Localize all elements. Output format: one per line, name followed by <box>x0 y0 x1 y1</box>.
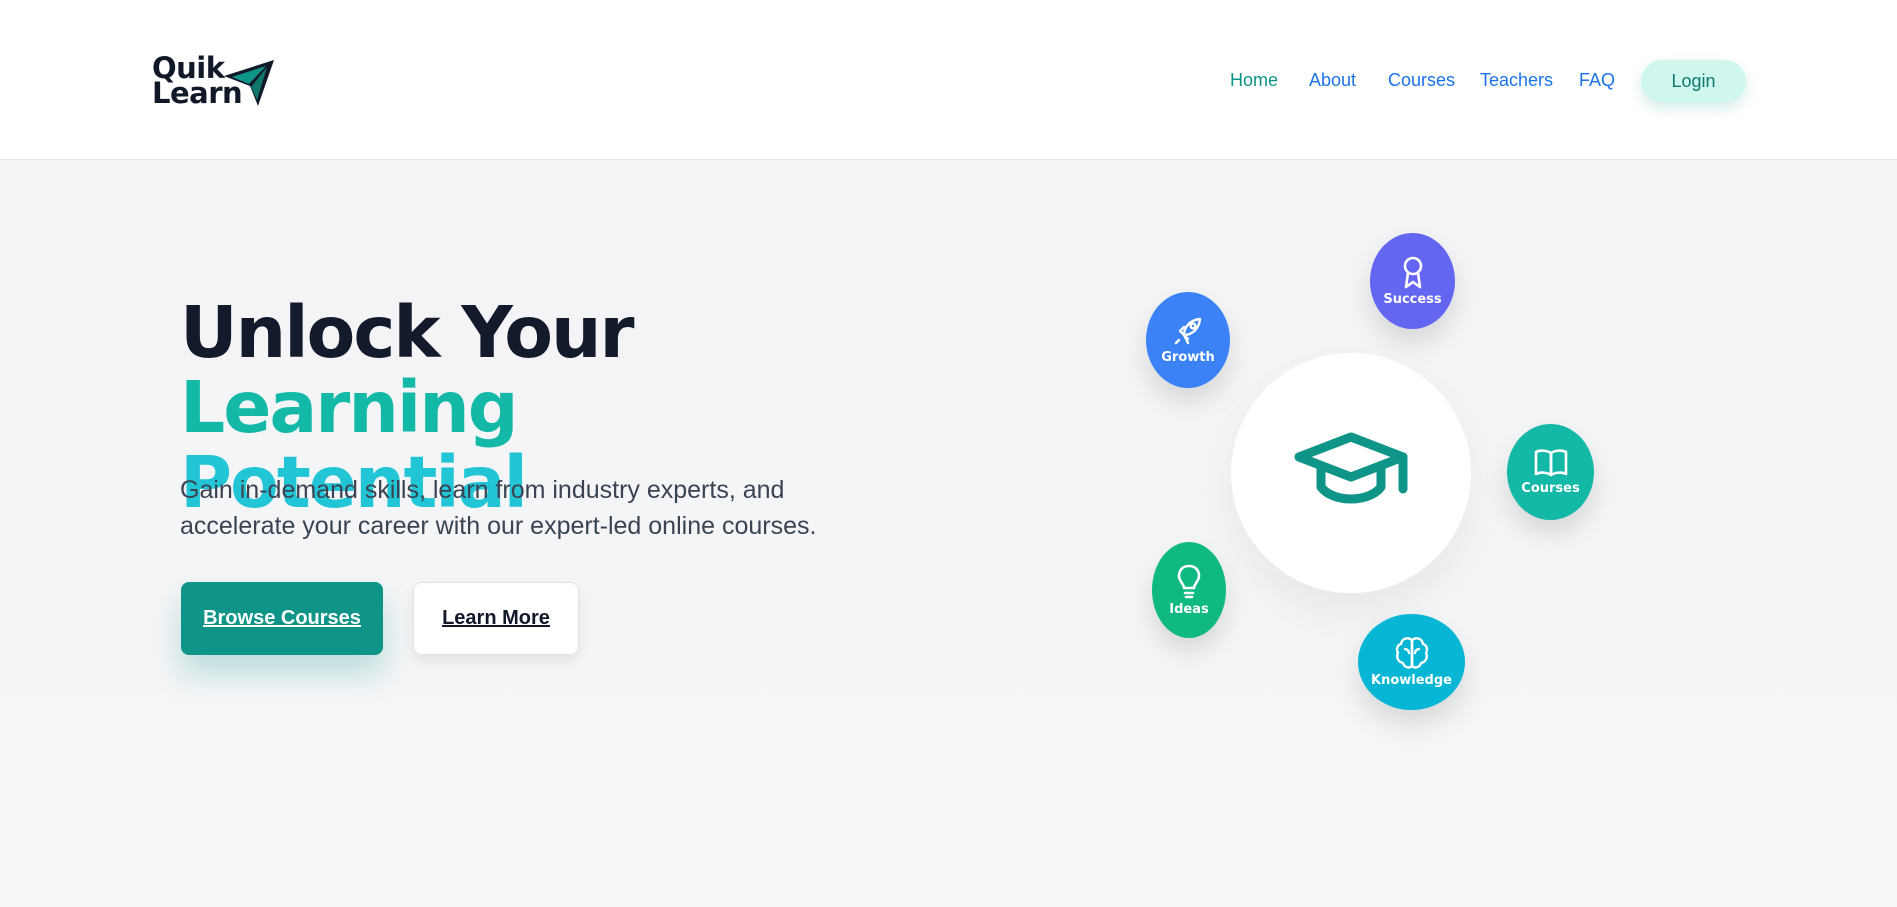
nav-about[interactable]: About <box>1309 70 1356 91</box>
paper-plane-icon <box>224 60 274 106</box>
bubble-label: Ideas <box>1169 602 1209 617</box>
rocket-icon <box>1174 317 1202 345</box>
nav-faq[interactable]: FAQ <box>1579 70 1615 91</box>
nav-home[interactable]: Home <box>1230 70 1278 91</box>
logo[interactable]: Quik Learn <box>152 54 276 112</box>
lightbulb-icon <box>1177 564 1201 599</box>
bubble-label: Knowledge <box>1371 673 1452 688</box>
book-icon <box>1534 449 1567 477</box>
bubble-knowledge: Knowledge <box>1358 614 1465 710</box>
bubble-courses: Courses <box>1507 424 1594 520</box>
main-nav: Home About Courses Teachers FAQ Login <box>1200 60 1746 102</box>
bubble-growth: Growth <box>1146 292 1230 388</box>
bubble-label: Growth <box>1161 350 1215 365</box>
login-button[interactable]: Login <box>1641 60 1746 102</box>
hero-illustration: Success Growth Courses Ideas Knowledge <box>0 161 1897 907</box>
bubble-label: Courses <box>1521 481 1580 496</box>
bubble-label: Success <box>1383 292 1442 307</box>
award-icon <box>1403 256 1422 289</box>
graduation-cap-icon <box>1294 432 1408 504</box>
bubble-ideas: Ideas <box>1152 542 1226 638</box>
site-header: Quik Learn Home About Courses Teachers F… <box>0 0 1897 160</box>
brain-icon <box>1395 637 1428 669</box>
bubble-success: Success <box>1370 233 1455 329</box>
nav-courses[interactable]: Courses <box>1388 70 1455 91</box>
hero-section: Unlock Your Learning Potential Gain in-de… <box>0 161 1897 907</box>
center-circle <box>1231 353 1471 593</box>
nav-teachers[interactable]: Teachers <box>1480 70 1553 91</box>
